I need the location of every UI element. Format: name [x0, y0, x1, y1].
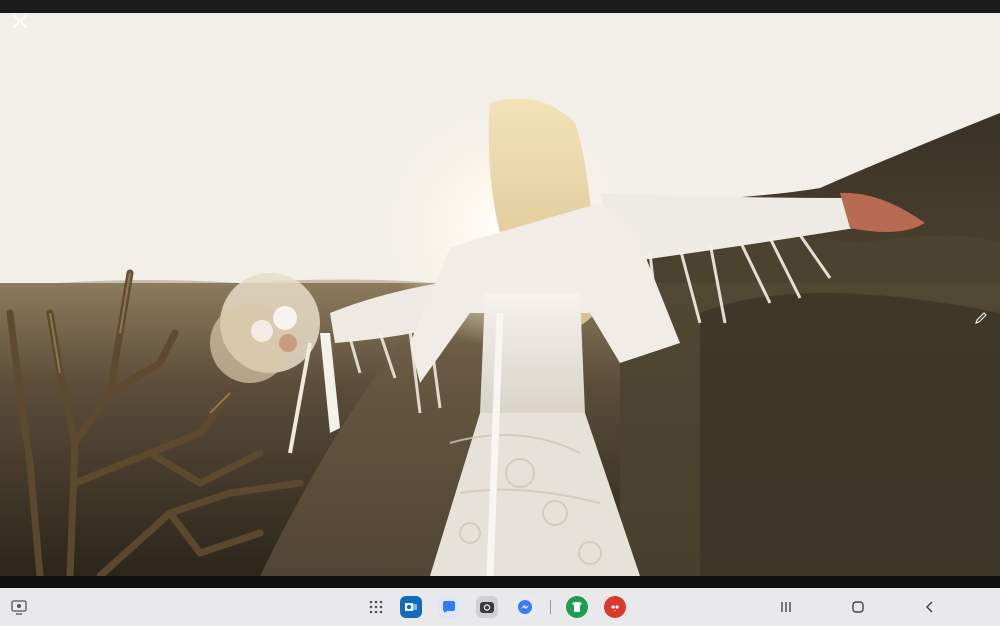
pencil-icon [975, 312, 987, 324]
camera-app-button[interactable] [475, 595, 499, 619]
angry-birds-app-button[interactable] [603, 595, 627, 619]
screen-capture-button[interactable] [7, 595, 31, 619]
recents-button[interactable] [774, 595, 798, 619]
messenger-app-button[interactable] [513, 595, 537, 619]
close-icon [13, 14, 27, 28]
store-app-icon [566, 596, 588, 618]
recents-icon [781, 602, 791, 612]
home-button[interactable] [846, 595, 870, 619]
edit-button[interactable] [974, 311, 994, 331]
bottom-strip [0, 576, 1000, 588]
taskbar [0, 588, 1000, 626]
messages-app-icon [438, 596, 460, 618]
outlook-app-button[interactable] [399, 595, 423, 619]
back-icon [925, 601, 933, 613]
messages-app-button[interactable] [437, 595, 461, 619]
outlook-app-icon [400, 596, 422, 618]
photo-bride-in-desert [0, 13, 1000, 576]
app-drawer-button[interactable] [364, 595, 388, 619]
screen-capture-icon [11, 600, 27, 615]
back-button[interactable] [918, 595, 942, 619]
taskbar-separator [550, 600, 551, 614]
messenger-app-icon [514, 596, 536, 618]
image-viewer[interactable] [0, 13, 1000, 576]
camera-app-icon [476, 596, 498, 618]
close-button[interactable] [12, 13, 34, 35]
top-status-strip [0, 0, 1000, 13]
store-app-button[interactable] [565, 595, 589, 619]
home-icon [852, 601, 864, 613]
app-drawer-grid-icon [369, 600, 383, 614]
angry-birds-app-icon [604, 596, 626, 618]
